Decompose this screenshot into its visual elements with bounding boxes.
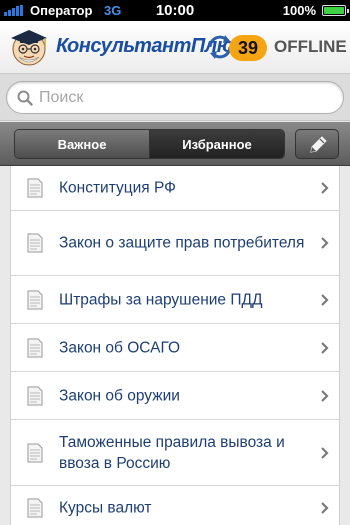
battery-percent: 100% bbox=[282, 3, 316, 18]
chevron-right-icon bbox=[321, 446, 329, 459]
chevron-right-icon bbox=[321, 237, 329, 249]
list-item[interactable]: Конституция РФ bbox=[11, 166, 339, 211]
list-item-label: Таможенные правила вывоза и ввоза в Росс… bbox=[59, 433, 285, 472]
list-item[interactable]: Штрафы за нарушение ПДД bbox=[11, 276, 339, 324]
document-icon bbox=[27, 498, 43, 518]
search-field[interactable] bbox=[6, 81, 344, 114]
list-item-label: Конституция РФ bbox=[59, 179, 176, 197]
chevron-right-icon bbox=[321, 293, 329, 306]
document-icon bbox=[27, 386, 43, 405]
professor-logo-icon bbox=[11, 30, 47, 66]
document-icon bbox=[27, 233, 43, 253]
chevron-right-icon bbox=[321, 182, 329, 194]
chevron-right-icon bbox=[321, 389, 329, 402]
document-icon bbox=[27, 178, 43, 198]
pencil-icon bbox=[310, 136, 327, 153]
segmented-control: Важное Избранное bbox=[14, 129, 285, 159]
document-icon bbox=[27, 290, 43, 309]
edit-button[interactable] bbox=[295, 129, 339, 159]
list-item[interactable]: Таможенные правила вывоза и ввоза в Росс… bbox=[11, 420, 339, 486]
status-bar: Оператор 3G 10:00 100% bbox=[0, 0, 350, 21]
favorites-list: Конституция РФ Закон о защите прав потре… bbox=[10, 166, 340, 525]
search-input[interactable] bbox=[39, 86, 329, 110]
list-item-label: Закон о защите прав потребителя bbox=[59, 234, 305, 252]
list-item-label: Закон об ОСАГО bbox=[59, 339, 181, 356]
search-icon bbox=[17, 90, 33, 106]
chevron-right-icon bbox=[321, 502, 329, 514]
list-item-label: Закон об оружии bbox=[59, 387, 180, 404]
list-item-label: Курсы валют bbox=[59, 499, 152, 517]
segment-toolbar: Важное Избранное bbox=[0, 122, 350, 166]
battery-icon bbox=[322, 5, 349, 16]
list-item[interactable]: Курсы валют bbox=[11, 486, 339, 525]
document-icon bbox=[27, 338, 43, 357]
list-item[interactable]: Закон о защите прав потребителя bbox=[11, 211, 339, 276]
chevron-right-icon bbox=[321, 341, 329, 354]
app-header: КонсультантПлюс 39 OFFLINE bbox=[0, 21, 350, 74]
update-count-badge[interactable]: 39 bbox=[229, 35, 267, 61]
search-bar bbox=[0, 74, 350, 121]
list-item[interactable]: Закон об оружии bbox=[11, 372, 339, 420]
offline-status: OFFLINE bbox=[274, 37, 347, 56]
tab-important[interactable]: Важное bbox=[15, 130, 150, 158]
document-icon bbox=[27, 443, 43, 462]
tab-favorites[interactable]: Избранное bbox=[150, 130, 284, 158]
list-item-label: Штрафы за нарушение ПДД bbox=[59, 291, 263, 308]
list-item[interactable]: Закон об ОСАГО bbox=[11, 324, 339, 372]
